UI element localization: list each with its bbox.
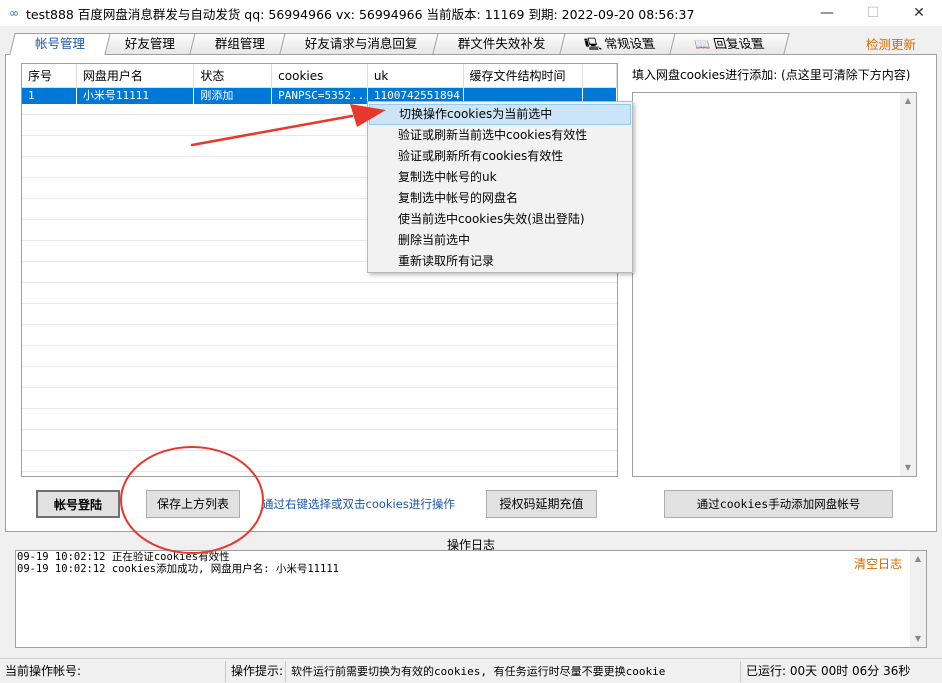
tab-general-settings[interactable]: 🖳常规设置 [559, 33, 681, 54]
maximize-button[interactable]: ☐ [850, 0, 896, 26]
manual-add-account-button[interactable]: 通过cookies手动添加网盘帐号 [664, 490, 893, 518]
save-list-button[interactable]: 保存上方列表 [146, 490, 240, 518]
context-menu: 切换操作cookies为当前选中 验证或刷新当前选中cookies有效性 验证或… [367, 101, 633, 273]
column-header-cookies[interactable]: cookies [272, 64, 368, 87]
column-header-status[interactable]: 状态 [194, 64, 273, 87]
window-title: test888 百度网盘消息群发与自动发货 qq: 56994966 vx: 5… [26, 6, 695, 22]
column-header-username[interactable]: 网盘用户名 [77, 64, 195, 87]
menu-item-verify-selected[interactable]: 验证或刷新当前选中cookies有效性 [368, 125, 632, 146]
status-bar: 当前操作帐号: 操作提示: 软件运行前需要切换为有效的cookies, 有任务运… [0, 658, 942, 683]
app-logo-icon: ∞ [9, 6, 19, 20]
cell-cookies: PANPSC=5352... [272, 88, 368, 104]
cell-status: 刚添加 [194, 88, 273, 104]
auth-code-renew-button[interactable]: 授权码延期充值 [486, 490, 597, 518]
cookies-input-label[interactable]: 填入网盘cookies进行添加: (点这里可清除下方内容) [632, 66, 910, 83]
menu-item-reload[interactable]: 重新读取所有记录 [368, 251, 632, 272]
menu-item-logout[interactable]: 使当前选中cookies失效(退出登陆) [368, 209, 632, 230]
tab-bar: 帐号管理 好友管理 群组管理 好友请求与消息回复 群文件失效补发 🖳常规设置 📖… [9, 33, 790, 55]
computer-icon: 🖳 [583, 37, 603, 51]
column-header-cache-time[interactable]: 缓存文件结构时间 [464, 64, 584, 87]
cookies-textarea[interactable]: ▲ ▼ [632, 92, 917, 477]
scroll-up-icon[interactable]: ▲ [900, 93, 916, 109]
scroll-down-icon[interactable]: ▼ [900, 460, 916, 476]
textarea-scrollbar[interactable]: ▲ ▼ [900, 93, 916, 476]
status-hint-label: 操作提示: [226, 660, 286, 682]
tab-friend-management[interactable]: 好友管理 [99, 33, 201, 54]
tab-account-management[interactable]: 帐号管理 [9, 33, 111, 55]
menu-item-verify-all[interactable]: 验证或刷新所有cookies有效性 [368, 146, 632, 167]
status-hint-text: 软件运行前需要切换为有效的cookies, 有任务运行时尽量不要更换cookie [286, 660, 741, 682]
log-line: 09-19 10:02:12 正在验证cookies有效性 [17, 551, 230, 563]
status-current-account: 当前操作帐号: [0, 660, 226, 682]
menu-item-delete[interactable]: 删除当前选中 [368, 230, 632, 251]
column-header-uk[interactable]: uk [368, 64, 464, 87]
status-runtime: 已运行: 00天 00时 06分 36秒 [746, 663, 911, 678]
close-button[interactable]: ✕ [896, 0, 942, 26]
account-login-button[interactable]: 帐号登陆 [36, 490, 120, 518]
window-controls: — ☐ ✕ [804, 0, 942, 26]
tab-group-management[interactable]: 群组管理 [189, 33, 291, 54]
check-update-link[interactable]: 检测更新 [866, 34, 916, 53]
log-panel[interactable]: 09-19 10:02:12 正在验证cookies有效性 09-19 10:0… [15, 550, 927, 648]
log-line: 09-19 10:02:12 cookies添加成功, 网盘用户名: 小米号11… [17, 563, 339, 575]
menu-item-copy-uk[interactable]: 复制选中帐号的uk [368, 167, 632, 188]
tab-reply-settings[interactable]: 📖回复设置 [669, 33, 790, 54]
grid-header: 序号 网盘用户名 状态 cookies uk 缓存文件结构时间 [22, 64, 617, 88]
clear-log-link[interactable]: 清空日志 [854, 555, 902, 572]
cell-username: 小米号11111 [77, 88, 195, 104]
column-header-index[interactable]: 序号 [22, 64, 77, 87]
menu-item-copy-name[interactable]: 复制选中帐号的网盘名 [368, 188, 632, 209]
book-icon: 📖 [693, 37, 712, 51]
minimize-button[interactable]: — [804, 0, 850, 26]
cell-index: 1 [22, 88, 77, 104]
menu-item-switch-cookies[interactable]: 切换操作cookies为当前选中 [369, 104, 631, 125]
tab-group-file-resend[interactable]: 群文件失效补发 [431, 33, 571, 54]
scroll-down-icon[interactable]: ▼ [910, 631, 926, 647]
scroll-up-icon[interactable]: ▲ [910, 551, 926, 567]
tab-friend-requests[interactable]: 好友请求与消息回复 [279, 33, 444, 54]
log-scrollbar[interactable]: ▲ ▼ [910, 551, 926, 647]
operation-hint-text: 通过右键选择或双击cookies进行操作 [262, 497, 455, 511]
title-bar: ∞ test888 百度网盘消息群发与自动发货 qq: 56994966 vx:… [0, 0, 942, 26]
